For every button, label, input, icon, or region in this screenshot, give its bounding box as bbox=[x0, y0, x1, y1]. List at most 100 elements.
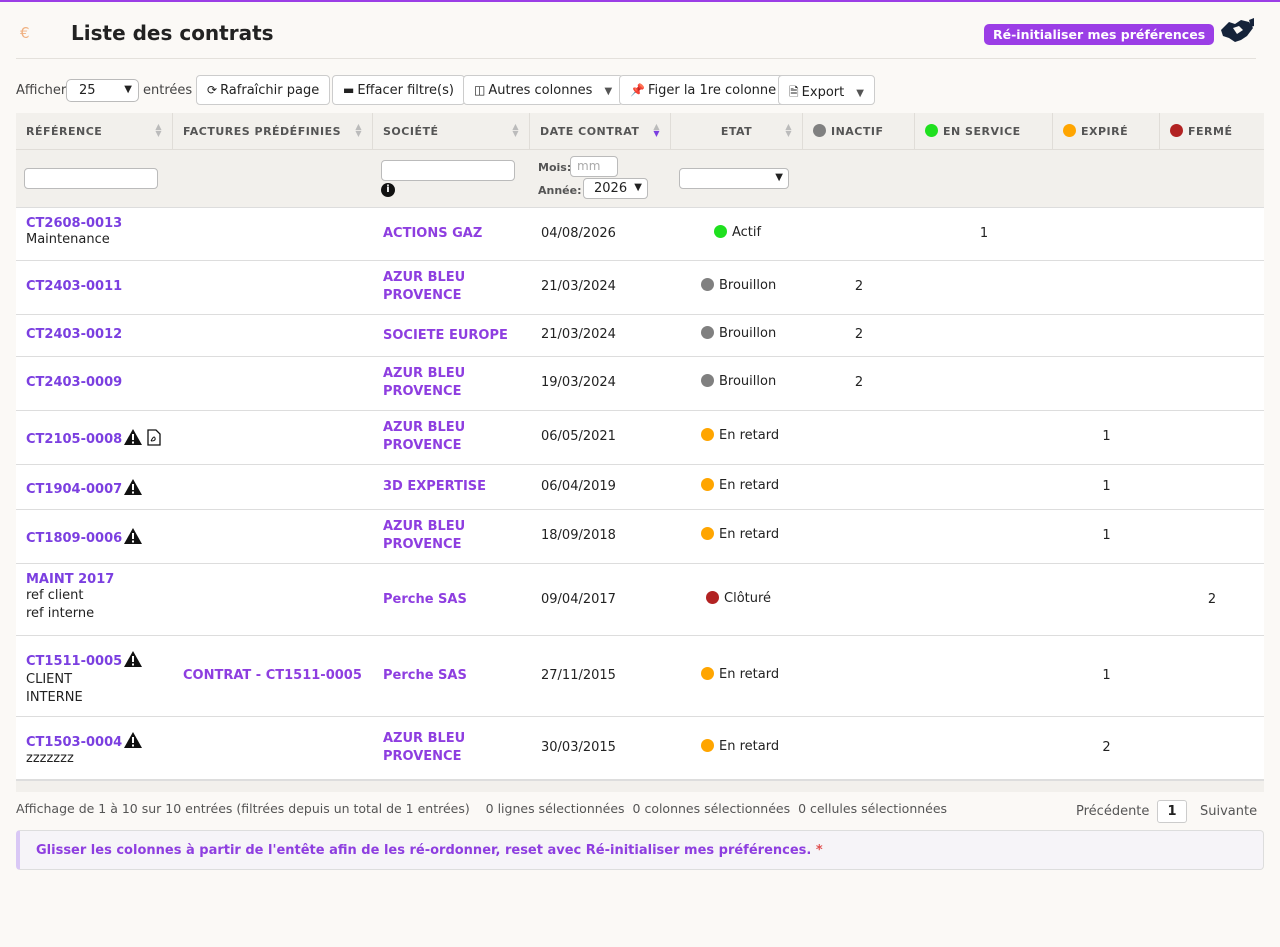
expired-count: 1 bbox=[1102, 429, 1111, 444]
table-header-row: RÉFÉRENCE ▲ ▼ FACTURES PRÉDÉFINIES ▲ ▼ SOC… bbox=[16, 113, 1264, 150]
state-badge: Actif bbox=[714, 225, 761, 240]
previous-page-button[interactable]: Précédente bbox=[1076, 804, 1149, 819]
table-row[interactable]: CT2403-0009 AZUR BLEU PROVENCE 19/03/2024… bbox=[16, 357, 1264, 411]
contract-ref-sub: CLIENT bbox=[26, 672, 73, 687]
table-row[interactable]: CT1511-0005 CLIENT INTERNE CONTRAT - CT151… bbox=[16, 636, 1264, 717]
table-row[interactable]: CT1809-0006 AZUR BLEU PROVENCE 18/09/2018… bbox=[16, 510, 1264, 564]
contract-ref-link[interactable]: CT1904-0007 bbox=[26, 482, 122, 497]
warning-icon bbox=[124, 732, 143, 748]
company-link[interactable]: Perche SAS bbox=[383, 591, 467, 609]
contract-ref-sub: ref interne bbox=[26, 606, 95, 621]
company-link[interactable]: ACTIONS GAZ bbox=[383, 225, 482, 243]
contract-ref-link[interactable]: MAINT 2017 bbox=[26, 572, 114, 587]
file-export-icon: 🗎 bbox=[789, 85, 799, 99]
sort-icon: ▲ ▼ bbox=[155, 122, 162, 138]
chevron-down-icon: ▼ bbox=[634, 182, 642, 193]
reorder-notice: Glisser les colonnes à partir de l'entêt… bbox=[16, 830, 1264, 870]
year-filter-select[interactable]: 2026 ▼ bbox=[583, 178, 648, 199]
contract-ref-link[interactable]: CT2403-0009 bbox=[26, 375, 122, 390]
status-dot-orange-icon bbox=[701, 428, 714, 441]
column-header-reference[interactable]: RÉFÉRENCE ▲ ▼ bbox=[16, 113, 173, 150]
predefined-invoice-link[interactable]: CONTRAT - CT1511-0005 bbox=[183, 667, 362, 685]
table-row[interactable]: CT2105-0008 AZUR BLEU PROVENCE 06/05/2021… bbox=[16, 411, 1264, 465]
clear-filters-button[interactable]: ▬ Effacer filtre(s) bbox=[332, 75, 465, 105]
contract-date: 04/08/2026 bbox=[541, 226, 616, 241]
company-link[interactable]: SOCIETE EUROPE bbox=[383, 327, 508, 345]
euro-icon: € bbox=[20, 24, 30, 42]
sort-icon: ▲ ▼ bbox=[785, 122, 792, 138]
freeze-column-button[interactable]: 📌 Figer la 1re colonne bbox=[619, 75, 788, 105]
page-size-select[interactable]: 25 ▼ bbox=[66, 79, 139, 102]
expired-count: 1 bbox=[1102, 668, 1111, 683]
pdf-file-icon[interactable] bbox=[147, 429, 161, 446]
entries-label: entrées bbox=[143, 83, 193, 98]
status-dot-green-icon bbox=[925, 124, 938, 137]
chevron-down-icon: ▼ bbox=[124, 84, 132, 95]
info-icon[interactable]: i bbox=[381, 183, 395, 197]
show-label: Afficher bbox=[16, 83, 67, 98]
contract-ref-link[interactable]: CT1809-0006 bbox=[26, 531, 122, 546]
state-badge: En retard bbox=[701, 478, 779, 493]
current-page[interactable]: 1 bbox=[1157, 800, 1187, 823]
contract-ref-link[interactable]: CT2105-0008 bbox=[26, 432, 122, 447]
company-filter-input[interactable] bbox=[381, 160, 515, 181]
column-header-company[interactable]: SOCIÉTÉ ▲ ▼ bbox=[373, 113, 530, 150]
contract-ref-link[interactable]: CT2403-0011 bbox=[26, 279, 122, 294]
table-footer bbox=[16, 780, 1264, 792]
export-button[interactable]: 🗎 Export ▼ bbox=[778, 75, 875, 105]
company-link[interactable]: AZUR BLEU PROVENCE bbox=[383, 518, 465, 554]
contract-ref-link[interactable]: CT2608-0013 bbox=[26, 216, 122, 231]
caret-down-icon: ▼ bbox=[856, 88, 864, 99]
column-header-in-service: EN SERVICE bbox=[915, 113, 1053, 150]
contract-ref-link[interactable]: CT1511-0005 bbox=[26, 654, 122, 669]
contract-date: 06/05/2021 bbox=[541, 429, 616, 444]
state-badge: Brouillon bbox=[701, 278, 776, 293]
company-link[interactable]: AZUR BLEU PROVENCE bbox=[383, 365, 465, 401]
column-header-predefined-invoices[interactable]: FACTURES PRÉDÉFINIES ▲ ▼ bbox=[173, 113, 373, 150]
status-dot-gray-icon bbox=[701, 278, 714, 291]
table-row[interactable]: CT2403-0012 SOCIETE EUROPE 21/03/2024 Br… bbox=[16, 315, 1264, 357]
minus-square-icon: ▬ bbox=[343, 83, 355, 97]
refresh-button[interactable]: ⟳ Rafraîchir page bbox=[196, 75, 331, 105]
state-badge: Brouillon bbox=[701, 374, 776, 389]
warning-icon bbox=[124, 528, 143, 544]
filter-row: i Mois: mm Année: 2026 ▼ ▼ bbox=[16, 150, 1264, 208]
contract-ref-sub: ref client bbox=[26, 588, 84, 603]
company-link[interactable]: AZUR BLEU PROVENCE bbox=[383, 419, 465, 455]
reference-filter-input[interactable] bbox=[24, 168, 158, 189]
company-link[interactable]: 3D EXPERTISE bbox=[383, 478, 486, 496]
columns-icon: ◫ bbox=[474, 83, 486, 97]
cells-selected: 0 cellules sélectionnées bbox=[798, 801, 948, 816]
table-info: Affichage de 1 à 10 sur 10 entrées (filt… bbox=[16, 801, 948, 816]
column-header-closed: FERMÉ bbox=[1160, 113, 1264, 150]
rows-selected: 0 lignes sélectionnées bbox=[485, 801, 625, 816]
month-filter-input[interactable]: mm bbox=[570, 156, 618, 177]
state-badge: En retard bbox=[701, 527, 779, 542]
company-link[interactable]: AZUR BLEU PROVENCE bbox=[383, 730, 465, 766]
other-columns-button[interactable]: ◫ Autres colonnes ▼ bbox=[463, 75, 624, 105]
status-dot-gray-icon bbox=[813, 124, 826, 137]
state-badge: En retard bbox=[701, 739, 779, 754]
reset-preferences-button[interactable]: Ré-initialiser mes préférences bbox=[984, 24, 1215, 45]
company-link[interactable]: AZUR BLEU PROVENCE bbox=[383, 269, 465, 305]
inactive-count: 2 bbox=[854, 375, 864, 390]
inactive-count: 2 bbox=[854, 327, 864, 342]
contract-date: 21/03/2024 bbox=[541, 327, 616, 342]
sort-desc-icon: ▲ ▼ bbox=[653, 122, 660, 138]
column-header-contract-date[interactable]: DATE CONTRAT ▲ ▼ bbox=[530, 113, 671, 150]
table-row[interactable]: CT2403-0011 AZUR BLEU PROVENCE 21/03/2024… bbox=[16, 261, 1264, 315]
column-header-state[interactable]: ETAT ▲ ▼ bbox=[671, 113, 803, 150]
contract-ref-link[interactable]: CT2403-0012 bbox=[26, 327, 122, 342]
table-row[interactable]: CT1904-0007 3D EXPERTISE 06/04/2019 En r… bbox=[16, 465, 1264, 510]
table-row[interactable]: MAINT 2017 ref client ref interne Perche S… bbox=[16, 564, 1264, 636]
table-row[interactable]: CT1503-0004 zzzzzzz AZUR BLEU PROVENCE 30/… bbox=[16, 717, 1264, 780]
company-link[interactable]: Perche SAS bbox=[383, 667, 467, 685]
page-size-value: 25 bbox=[79, 83, 96, 98]
state-badge: Clôturé bbox=[706, 591, 771, 606]
status-dot-red-icon bbox=[1170, 124, 1183, 137]
table-row[interactable]: CT2608-0013 Maintenance ACTIONS GAZ 04/08… bbox=[16, 208, 1264, 261]
state-filter-select[interactable]: ▼ bbox=[679, 168, 789, 189]
warning-icon bbox=[124, 479, 143, 495]
contract-ref-link[interactable]: CT1503-0004 bbox=[26, 735, 122, 750]
next-page-button[interactable]: Suivante bbox=[1200, 804, 1257, 819]
